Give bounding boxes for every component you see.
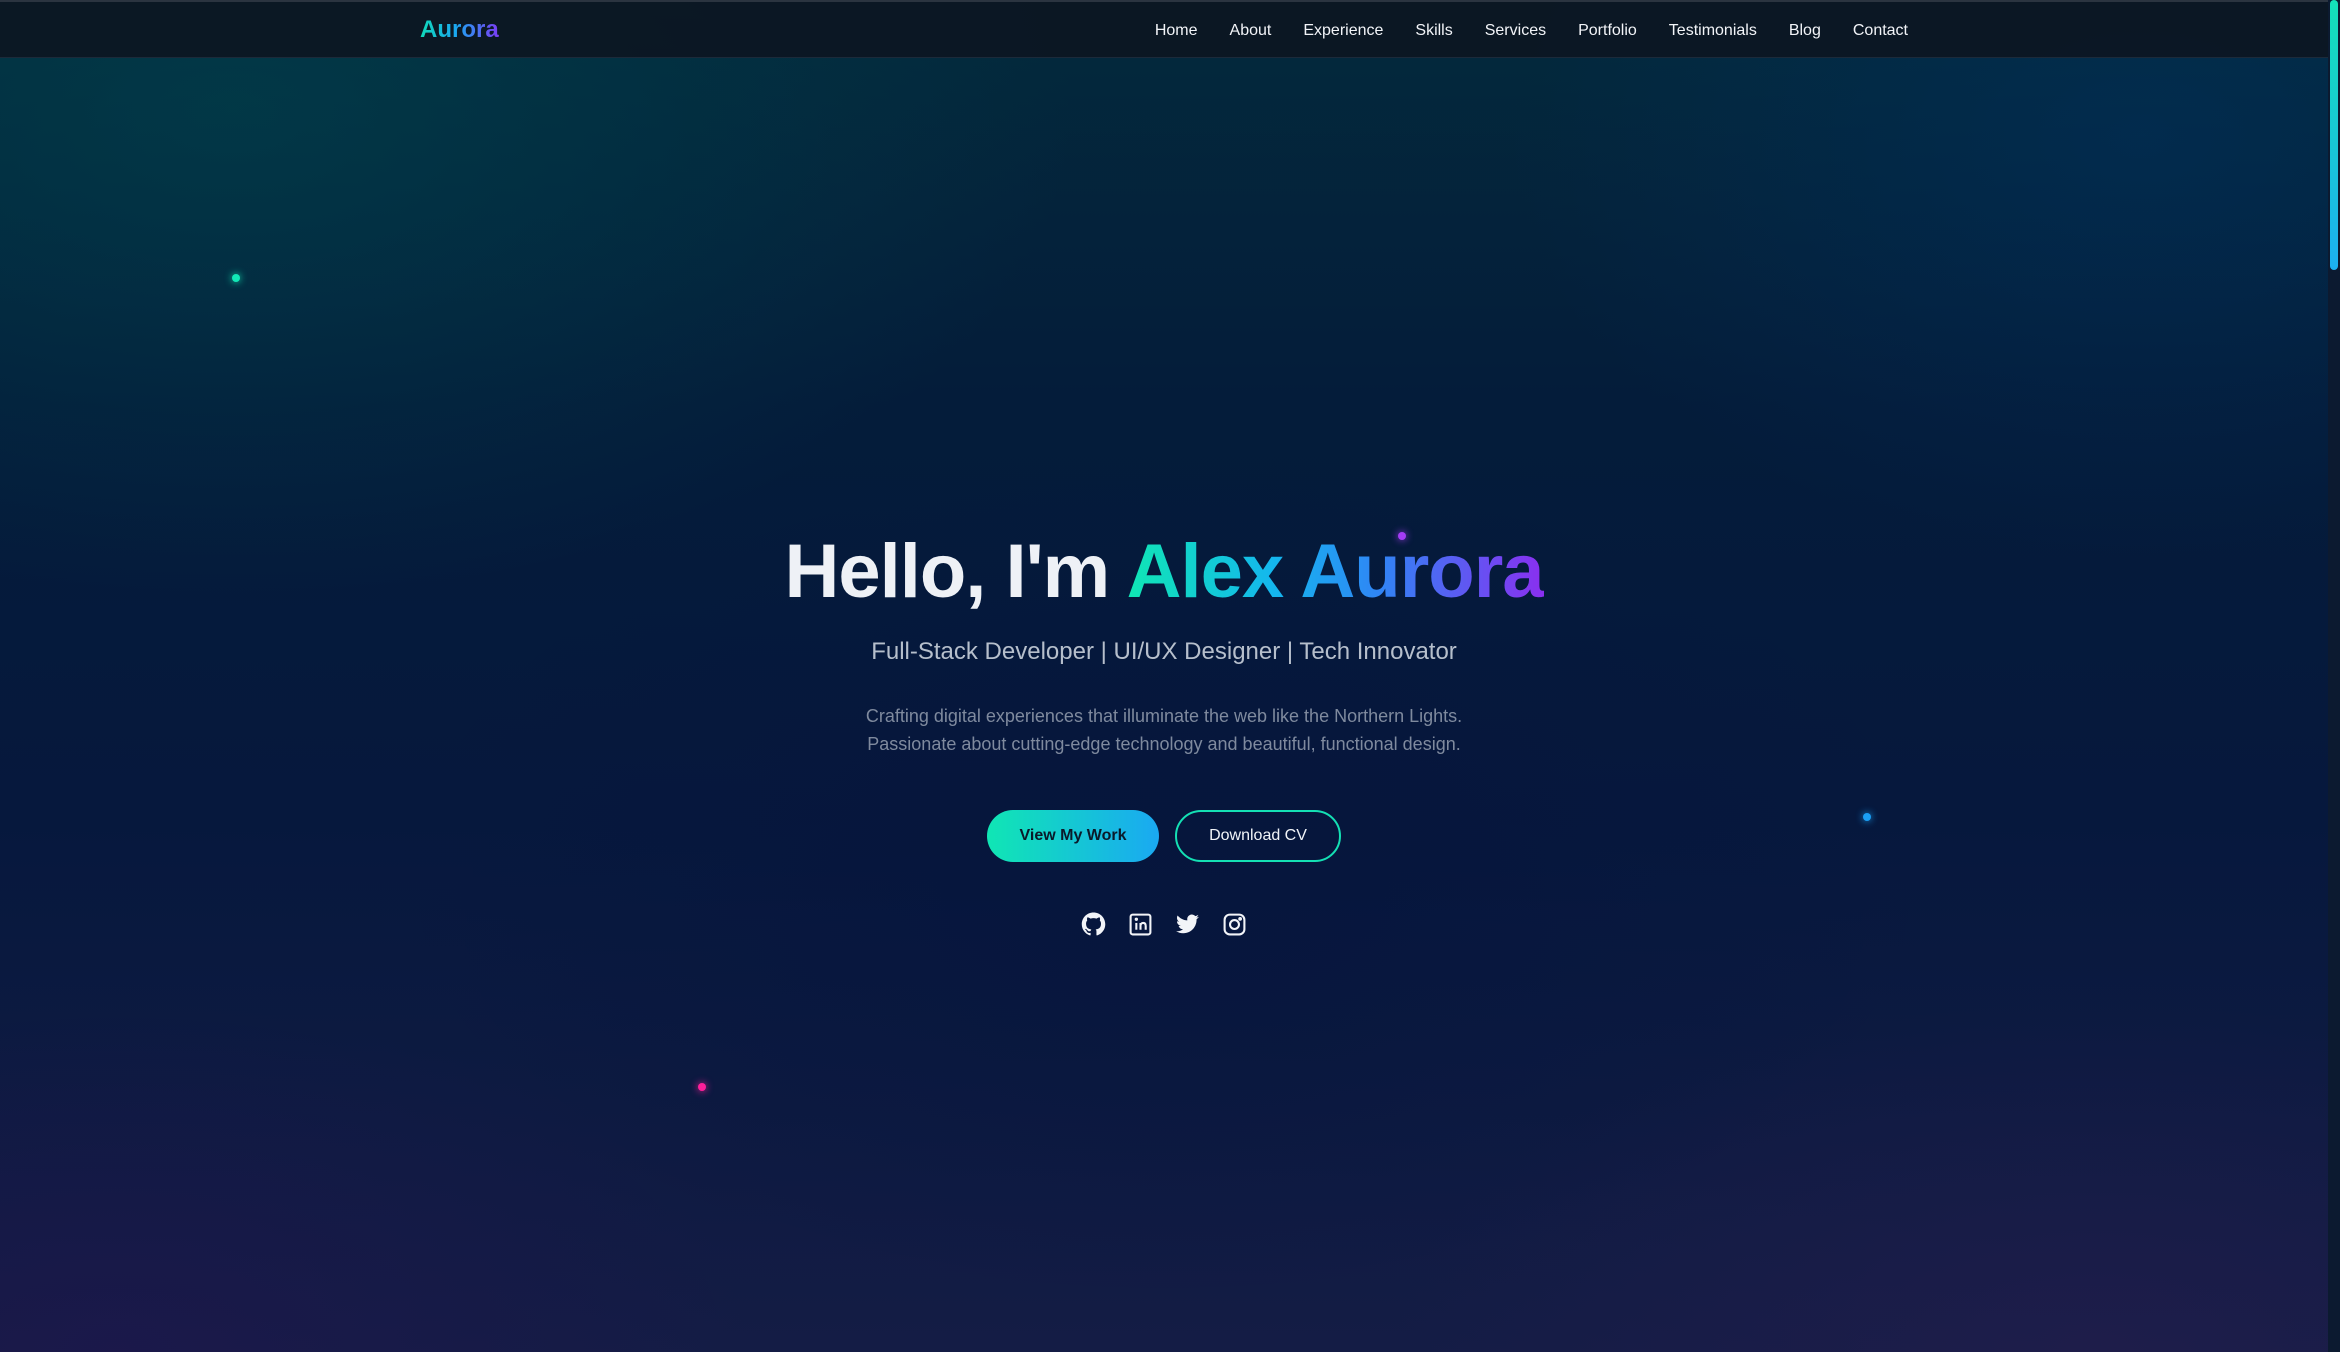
scrollbar-thumb[interactable]	[2330, 0, 2338, 270]
brand-logo[interactable]: Aurora	[420, 16, 499, 44]
linkedin-icon[interactable]	[1128, 912, 1153, 937]
hero-description-line-2: Passionate about cutting-edge technology…	[867, 734, 1461, 754]
hero-section: Hello, I'm Alex Aurora Full-Stack Develo…	[0, 520, 2328, 937]
nav-links: Home About Experience Skills Services Po…	[1155, 2, 1908, 60]
nav-link-testimonials[interactable]: Testimonials	[1669, 22, 1757, 40]
github-icon[interactable]	[1081, 912, 1106, 937]
nav-link-skills[interactable]: Skills	[1415, 22, 1452, 40]
nav-link-about[interactable]: About	[1230, 22, 1272, 40]
nav-link-experience[interactable]: Experience	[1303, 22, 1383, 40]
social-links	[0, 912, 2328, 937]
download-cv-button[interactable]: Download CV	[1175, 810, 1341, 862]
hero-title: Hello, I'm Alex Aurora	[0, 520, 2328, 624]
hero-description: Crafting digital experiences that illumi…	[844, 702, 1484, 758]
hero-description-line-1: Crafting digital experiences that illumi…	[865, 706, 1463, 726]
hero-buttons: View My Work Download CV	[0, 810, 2328, 862]
twitter-icon[interactable]	[1175, 912, 1200, 937]
nav-link-services[interactable]: Services	[1485, 22, 1546, 40]
nav-link-contact[interactable]: Contact	[1853, 22, 1908, 40]
view-my-work-button[interactable]: View My Work	[987, 810, 1159, 862]
nav-link-portfolio[interactable]: Portfolio	[1578, 22, 1637, 40]
nav-link-home[interactable]: Home	[1155, 22, 1198, 40]
page-scrollbar[interactable]	[2328, 0, 2340, 1352]
hero-subtitle: Full-Stack Developer | UI/UX Designer | …	[871, 638, 1457, 665]
particle-dot-teal	[232, 274, 240, 282]
instagram-icon[interactable]	[1222, 912, 1247, 937]
hero-name: Alex Aurora	[1126, 529, 1545, 614]
page: Aurora Home About Experience Skills Serv…	[0, 0, 2328, 1352]
hero-greeting: Hello, I'm	[784, 529, 1110, 614]
particle-dot-pink	[698, 1083, 706, 1091]
navbar: Aurora Home About Experience Skills Serv…	[0, 0, 2328, 58]
nav-link-blog[interactable]: Blog	[1789, 22, 1821, 40]
